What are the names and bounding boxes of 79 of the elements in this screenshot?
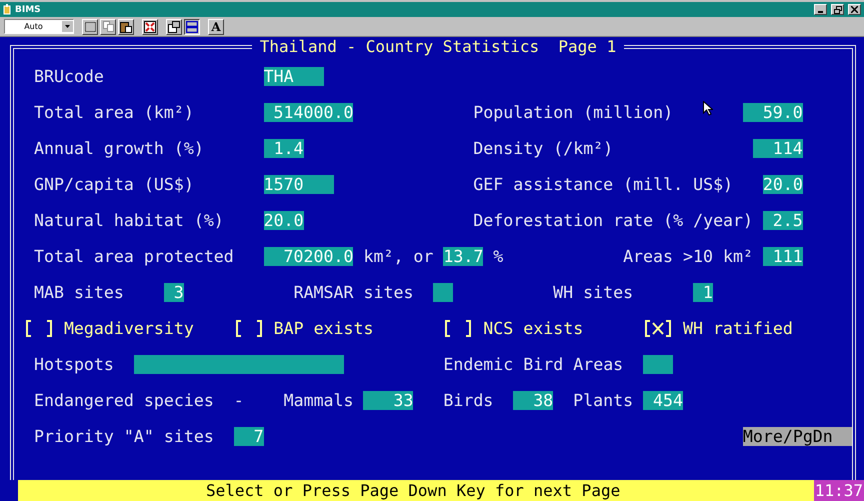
field-label: MAB sites <box>34 282 124 302</box>
window-icon <box>186 20 198 32</box>
clock: 11:37 <box>814 480 864 501</box>
input-field[interactable]: 1570 <box>264 174 334 194</box>
checkbox[interactable] <box>26 320 52 336</box>
field-label: Priority "A" sites <box>34 426 214 446</box>
field-label: Natural habitat (%) <box>34 210 224 230</box>
more-key-hint[interactable]: More/PgDn <box>742 426 852 446</box>
field-label: Density (/km²) <box>473 138 614 158</box>
field-label: Endemic Bird Areas <box>443 354 624 374</box>
field-label: % <box>493 246 504 266</box>
dotted-rectangle-icon <box>84 22 96 32</box>
field-label: Hotspots <box>34 354 114 374</box>
input-field[interactable]: 33 <box>363 390 414 410</box>
fullscreen-button[interactable] <box>142 18 158 34</box>
input-field[interactable]: THA <box>264 66 324 86</box>
input-field[interactable]: 70200.0 <box>264 246 354 266</box>
fullscreen-icon <box>144 20 156 32</box>
cross-mark-icon <box>652 322 664 334</box>
field-label: Areas >10 km² <box>623 246 753 266</box>
minimize-button[interactable] <box>814 4 827 15</box>
paste-icon <box>120 20 132 32</box>
field-label: Deforestation rate (% /year) <box>473 210 753 230</box>
restore-button[interactable] <box>831 4 844 15</box>
field-label: Endangered species - <box>34 390 244 410</box>
checkbox[interactable] <box>645 320 671 336</box>
input-field[interactable]: 2.5 <box>762 210 803 230</box>
copy-button[interactable] <box>100 18 116 34</box>
properties-button[interactable] <box>166 18 182 34</box>
input-field[interactable] <box>643 354 673 374</box>
close-icon <box>851 6 858 13</box>
input-field[interactable]: 3 <box>164 282 184 302</box>
field-label: Annual growth (%) <box>34 138 204 158</box>
checkbox[interactable] <box>445 320 472 336</box>
font-button[interactable]: A <box>208 18 224 34</box>
field-label: Plants <box>573 390 634 410</box>
checkbox-label: WH ratified <box>682 318 793 338</box>
font-size-dropdown[interactable]: Auto <box>4 19 74 34</box>
input-field[interactable]: 7 <box>234 426 264 446</box>
input-field[interactable]: 111 <box>762 246 803 266</box>
checkbox-label: NCS exists <box>483 318 584 338</box>
checkbox-label: Megadiversity <box>64 318 194 338</box>
status-message: Select or Press Page Down Key for next Page <box>18 480 814 501</box>
input-field[interactable]: 13.7 <box>443 246 484 266</box>
field-label: Mammals <box>284 390 354 410</box>
field-label: km², or <box>363 246 434 266</box>
background-button[interactable] <box>184 18 200 34</box>
input-field[interactable] <box>134 354 344 374</box>
field-label: WH sites <box>553 282 634 302</box>
field-label: Total area protected <box>34 246 234 266</box>
field-label: RAMSAR sites <box>294 282 414 302</box>
mouse-pointer-icon <box>703 101 713 116</box>
input-field[interactable]: 114 <box>752 138 803 158</box>
panel-title: Thailand - Country Statistics Page 1 <box>258 37 618 56</box>
input-field[interactable]: 1.4 <box>264 138 304 158</box>
input-field[interactable]: 20.0 <box>762 174 803 194</box>
select-button[interactable] <box>82 18 98 34</box>
copy-icon <box>102 21 114 32</box>
restore-icon <box>834 6 842 14</box>
paste-button[interactable] <box>118 18 134 34</box>
checkbox[interactable] <box>236 320 262 336</box>
checkbox-label: BAP exists <box>274 318 374 338</box>
field-label: BRUcode <box>34 66 104 86</box>
app-icon <box>3 4 11 15</box>
field-label: GNP/capita (US$) <box>34 174 194 194</box>
close-button[interactable] <box>848 4 861 15</box>
field-label: Birds <box>443 390 494 410</box>
field-label: Population (million) <box>473 102 673 122</box>
field-label: Total area (km²) <box>34 102 194 122</box>
input-field[interactable]: 38 <box>513 390 554 410</box>
window-title: BIMS <box>15 4 42 14</box>
input-field[interactable]: 20.0 <box>264 210 304 230</box>
field-label: GEF assistance (mill. US$) <box>473 174 733 194</box>
input-field[interactable]: 454 <box>643 390 683 410</box>
input-field[interactable]: 514000.0 <box>264 102 354 122</box>
windows-icon <box>168 20 180 32</box>
input-field[interactable] <box>433 282 454 302</box>
input-field[interactable]: 1 <box>692 282 713 302</box>
input-field[interactable]: 59.0 <box>742 102 803 122</box>
